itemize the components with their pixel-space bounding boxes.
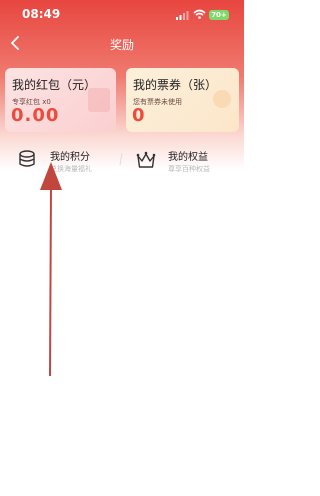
- battery-indicator: 70+: [209, 10, 229, 20]
- crown-icon: [136, 151, 156, 168]
- points-title: 我的积分: [50, 152, 90, 163]
- my-ticket-card[interactable]: 我的票券（张） 您有票券未使用 0: [126, 68, 239, 132]
- nav-bar: 奖励: [0, 26, 244, 62]
- coin-stack-icon: [19, 150, 35, 167]
- signal-icon: [176, 11, 189, 20]
- rights-subtitle: 尊享百种权益: [168, 165, 210, 173]
- my-hongbao-card[interactable]: 我的红包（元） 专享红包 x0 0.00: [5, 68, 116, 132]
- rights-title: 我的权益: [168, 152, 208, 163]
- ticket-decoration: [213, 90, 231, 108]
- wifi-icon: [193, 9, 206, 19]
- hongbao-title: 我的红包（元）: [12, 78, 97, 92]
- status-bar: 08:49 70+: [0, 0, 244, 26]
- ticket-value: 0: [132, 105, 146, 126]
- points-subtitle: 兑换海量福礼: [50, 165, 92, 173]
- feature-divider: [119, 152, 123, 166]
- my-rights-entry[interactable]: 我的权益 尊享百种权益: [136, 144, 240, 176]
- my-points-entry[interactable]: 我的积分 兑换海量福礼: [18, 144, 118, 176]
- hongbao-decoration: [88, 88, 110, 112]
- page-title: 奖励: [109, 38, 134, 52]
- status-time: 08:49: [22, 7, 61, 21]
- ticket-title: 我的票券（张）: [133, 78, 218, 92]
- hongbao-value: 0.00: [11, 105, 60, 126]
